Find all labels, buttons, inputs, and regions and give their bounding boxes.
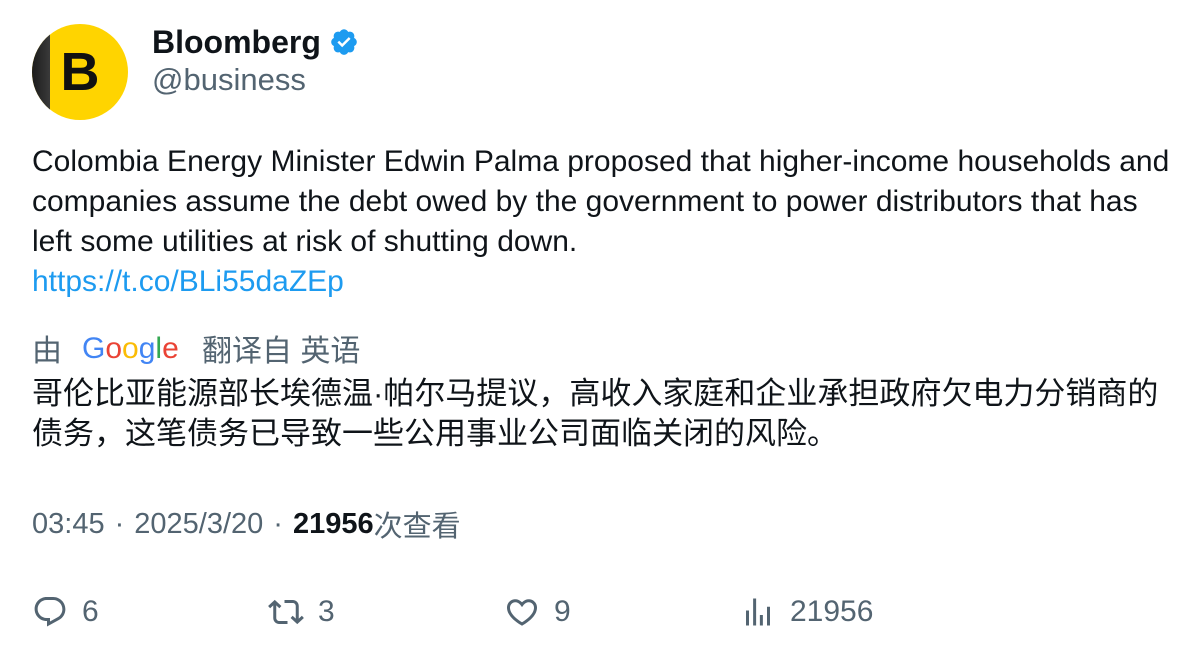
analytics-icon bbox=[746, 598, 770, 626]
author-name-row: Bloomberg bbox=[152, 22, 359, 62]
like-button[interactable]: 9 bbox=[504, 590, 571, 634]
translation-prefix: 由 bbox=[32, 335, 62, 368]
tweet-card: B Bloomberg @business Colombia Energy Mi… bbox=[0, 0, 1196, 658]
meta-separator: · bbox=[114, 507, 125, 540]
google-logo-icon: Google bbox=[82, 332, 179, 365]
views-action-count: 21956 bbox=[790, 595, 874, 628]
translation-suffix: 翻译自 英语 bbox=[202, 335, 361, 368]
svg-text:Google: Google bbox=[82, 332, 179, 365]
retweet-count: 3 bbox=[318, 595, 335, 628]
views-count: 21956 bbox=[292, 507, 374, 540]
retweet-button[interactable]: 3 bbox=[268, 590, 335, 634]
views-label: 次查看 bbox=[373, 511, 461, 543]
tweet-meta: 03:45 · 2025/3/20 · 21956 次查看 bbox=[32, 504, 461, 544]
like-count: 9 bbox=[554, 595, 571, 628]
verified-badge-icon[interactable] bbox=[329, 27, 359, 57]
tweet-link[interactable]: https://t.co/BLi55daZEp bbox=[32, 265, 344, 298]
tweet-text: Colombia Energy Minister Edwin Palma pro… bbox=[32, 142, 1172, 302]
translated-text: 哥伦比亚能源部长埃德温·帕尔马提议，高收入家庭和企业承担政府欠电力分销商的债务，… bbox=[32, 376, 1159, 451]
avatar-letter: B bbox=[60, 42, 100, 102]
avatar[interactable]: B bbox=[32, 24, 128, 120]
author-display-name[interactable]: Bloomberg bbox=[152, 24, 321, 61]
tweet-text-body: Colombia Energy Minister Edwin Palma pro… bbox=[32, 145, 1170, 258]
tweet-date[interactable]: 2025/3/20 bbox=[134, 508, 263, 541]
views-button[interactable]: 21956 bbox=[740, 590, 873, 634]
reply-button[interactable]: 6 bbox=[32, 590, 99, 634]
retweet-icon bbox=[268, 599, 304, 625]
reply-icon bbox=[34, 597, 66, 627]
heart-icon bbox=[506, 599, 538, 626]
author-handle[interactable]: @business bbox=[152, 62, 306, 98]
meta-separator: · bbox=[273, 507, 283, 540]
reply-count: 6 bbox=[82, 595, 99, 628]
translation-attribution[interactable]: 由 Google 翻译自 英语 bbox=[32, 326, 360, 370]
tweet-time[interactable]: 03:45 bbox=[32, 508, 105, 541]
